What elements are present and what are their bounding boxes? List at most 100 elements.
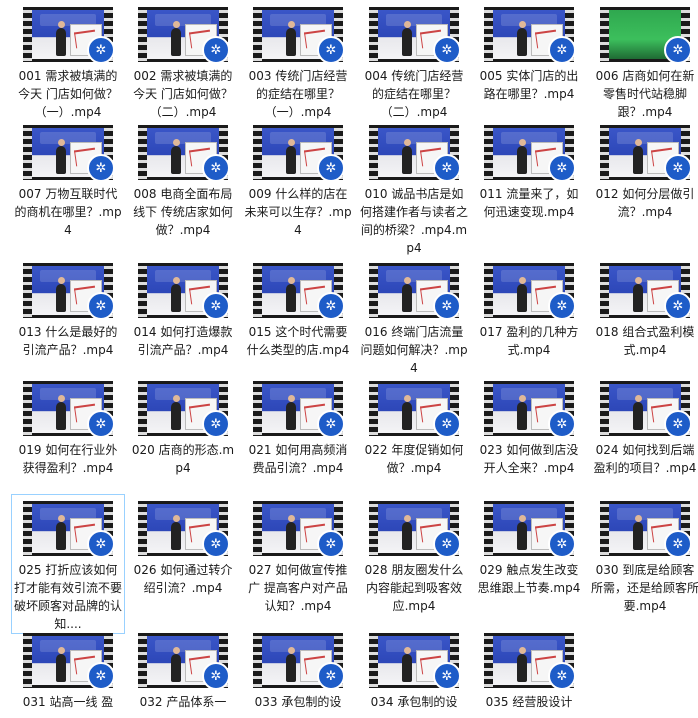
file-name: 018 组合式盈利模式.mp4 xyxy=(595,325,695,357)
file-item[interactable]: ✲ 019 如何在行业外获得盈利？.mp4 xyxy=(11,374,125,478)
video-thumbnail[interactable]: ✲ xyxy=(23,501,113,556)
file-item[interactable]: ✲ 020 店商的形态.mp4 xyxy=(126,374,240,478)
presenter xyxy=(517,515,527,550)
file-item[interactable]: ✲ 028 朋友圈发什么内容能起到吸客效应.mp4 xyxy=(357,494,471,616)
video-thumbnail[interactable]: ✲ xyxy=(484,263,574,318)
file-item[interactable]: ✲ 003 传统门店经营的症结在哪里？（一）.mp4 xyxy=(241,0,355,122)
presenter xyxy=(286,277,296,312)
file-item[interactable]: ✲ 030 到底是给顾客所需，还是给顾客所要.mp4 xyxy=(588,494,698,616)
video-thumbnail[interactable]: ✲ xyxy=(253,633,343,688)
film-reel-icon: ✲ xyxy=(433,36,459,62)
video-thumbnail[interactable]: ✲ xyxy=(138,263,228,318)
video-thumbnail[interactable]: ✲ xyxy=(138,381,228,436)
video-thumbnail[interactable]: ✲ xyxy=(369,633,459,688)
video-thumbnail[interactable]: ✲ xyxy=(600,125,690,180)
file-item[interactable]: ✲ 009 什么样的店在未来可以生存？.mp4 xyxy=(241,118,355,240)
file-item[interactable]: ✲ 017 盈利的几种方式.mp4 xyxy=(472,256,586,360)
file-item[interactable]: ✲ 012 如何分层做引流？.mp4 xyxy=(588,118,698,222)
video-thumbnail[interactable]: ✲ xyxy=(138,501,228,556)
film-strip-edge xyxy=(253,633,262,688)
video-thumbnail[interactable]: ✲ xyxy=(484,125,574,180)
file-item[interactable]: ✲ 006 店商如何在新零售时代站稳脚跟？.mp4 xyxy=(588,0,698,122)
video-thumbnail[interactable]: ✲ xyxy=(23,7,113,62)
file-item[interactable]: ✲ 021 如何用高频消费品引流？.mp4 xyxy=(241,374,355,478)
video-thumbnail[interactable]: ✲ xyxy=(369,263,459,318)
file-item[interactable]: ✲ 001 需求被填满的今天 门店如何做？（一）.mp4 xyxy=(11,0,125,122)
film-reel-icon: ✲ xyxy=(202,530,228,556)
file-item[interactable]: ✲ 032 产品体系一 xyxy=(126,626,240,712)
file-item[interactable]: ✲ 008 电商全面布局线下 传统店家如何做？.mp4 xyxy=(126,118,240,240)
video-thumbnail[interactable]: ✲ xyxy=(600,501,690,556)
presenter xyxy=(171,647,181,682)
video-thumbnail[interactable]: ✲ xyxy=(253,7,343,62)
file-item[interactable]: ✲ 022 年度促销如何做？.mp4 xyxy=(357,374,471,478)
video-thumbnail[interactable]: ✲ xyxy=(253,125,343,180)
file-item[interactable]: ✲ 007 万物互联时代的商机在哪里？.mp4 xyxy=(11,118,125,240)
file-item[interactable]: ✲ 010 诚品书店是如何搭建作者与读者之间的桥梁？.mp4.mp4 xyxy=(357,118,471,258)
presenter xyxy=(286,515,296,550)
video-thumbnail[interactable]: ✲ xyxy=(600,7,690,62)
video-thumbnail[interactable]: ✲ xyxy=(369,7,459,62)
film-reel-icon: ✲ xyxy=(433,292,459,318)
film-strip-edge xyxy=(138,381,147,436)
film-reel-icon: ✲ xyxy=(317,530,343,556)
presenter xyxy=(633,515,643,550)
file-item[interactable]: ✲ 016 终端门店流量问题如何解决？.mp4 xyxy=(357,256,471,378)
video-thumbnail[interactable]: ✲ xyxy=(484,501,574,556)
file-item[interactable]: ✲ 031 站高一线 盈 xyxy=(11,626,125,712)
video-thumbnail[interactable]: ✲ xyxy=(253,381,343,436)
film-strip-edge xyxy=(484,125,493,180)
video-thumbnail[interactable]: ✲ xyxy=(484,633,574,688)
video-thumbnail[interactable]: ✲ xyxy=(23,381,113,436)
file-item[interactable]: ✲ 023 如何做到店没开人全来？.mp4 xyxy=(472,374,586,478)
video-thumbnail[interactable]: ✲ xyxy=(23,125,113,180)
film-reel-icon: ✲ xyxy=(548,36,574,62)
video-thumbnail[interactable]: ✲ xyxy=(484,381,574,436)
film-strip-edge xyxy=(484,501,493,556)
presenter xyxy=(402,515,412,550)
video-thumbnail[interactable]: ✲ xyxy=(484,7,574,62)
file-item[interactable]: ✲ 013 什么是最好的引流产品？.mp4 xyxy=(11,256,125,360)
file-item[interactable]: ✲ 011 流量来了，如何迅速变现.mp4 xyxy=(472,118,586,222)
video-thumbnail[interactable]: ✲ xyxy=(23,263,113,318)
file-name: 007 万物互联时代的商机在哪里？.mp4 xyxy=(14,187,122,237)
video-thumbnail[interactable]: ✲ xyxy=(253,263,343,318)
file-name: 013 什么是最好的引流产品？.mp4 xyxy=(18,325,118,357)
presenter xyxy=(402,139,412,174)
file-item[interactable]: ✲ 002 需求被填满的今天 门店如何做？（二）.mp4 xyxy=(126,0,240,122)
file-name: 009 什么样的店在未来可以生存？.mp4 xyxy=(244,187,352,237)
video-thumbnail[interactable]: ✲ xyxy=(138,125,228,180)
file-item[interactable]: ✲ 029 触点发生改变 思维跟上节奏.mp4 xyxy=(472,494,586,598)
film-strip-edge xyxy=(138,501,147,556)
video-thumbnail[interactable]: ✲ xyxy=(23,633,113,688)
presenter xyxy=(56,395,66,430)
file-item[interactable]: ✲ 026 如何通过转介绍引流？.mp4 xyxy=(126,494,240,598)
video-thumbnail[interactable]: ✲ xyxy=(138,633,228,688)
file-item[interactable]: ✲ 014 如何打造爆款引流产品？.mp4 xyxy=(126,256,240,360)
file-item[interactable]: ✲ 034 承包制的设 xyxy=(357,626,471,712)
video-thumbnail[interactable]: ✲ xyxy=(369,381,459,436)
file-item[interactable]: ✲ 015 这个时代需要什么类型的店.mp4 xyxy=(241,256,355,360)
video-thumbnail[interactable]: ✲ xyxy=(600,381,690,436)
file-item[interactable]: ✲ 018 组合式盈利模式.mp4 xyxy=(588,256,698,360)
presenter xyxy=(633,277,643,312)
file-item[interactable]: ✲ 004 传统门店经营的症结在哪里？（二）.mp4 xyxy=(357,0,471,122)
presenter xyxy=(56,21,66,56)
film-reel-icon: ✲ xyxy=(433,530,459,556)
file-item[interactable]: ✲ 005 实体门店的出路在哪里？.mp4 xyxy=(472,0,586,104)
video-thumbnail[interactable]: ✲ xyxy=(369,501,459,556)
file-item[interactable]: ✲ 033 承包制的设 xyxy=(241,626,355,712)
file-item[interactable]: ✲ 035 经营股设计 xyxy=(472,626,586,712)
file-item[interactable]: ✲ 024 如何找到后端盈利的项目？.mp4 xyxy=(588,374,698,478)
film-reel-icon: ✲ xyxy=(433,410,459,436)
video-thumbnail[interactable]: ✲ xyxy=(369,125,459,180)
file-item[interactable]: ✲ 027 如何做宣传推广 提高客户对产品认知？.mp4 xyxy=(241,494,355,616)
film-reel-icon: ✲ xyxy=(548,154,574,180)
file-name: 004 传统门店经营的症结在哪里？（二）.mp4 xyxy=(364,69,464,119)
presenter xyxy=(402,277,412,312)
video-thumbnail[interactable]: ✲ xyxy=(600,263,690,318)
video-thumbnail[interactable]: ✲ xyxy=(253,501,343,556)
file-item[interactable]: ✲ 025 打折应该如何打才能有效引流不要破坏顾客对品牌的认知.... xyxy=(11,494,125,634)
presenter xyxy=(633,139,643,174)
video-thumbnail[interactable]: ✲ xyxy=(138,7,228,62)
